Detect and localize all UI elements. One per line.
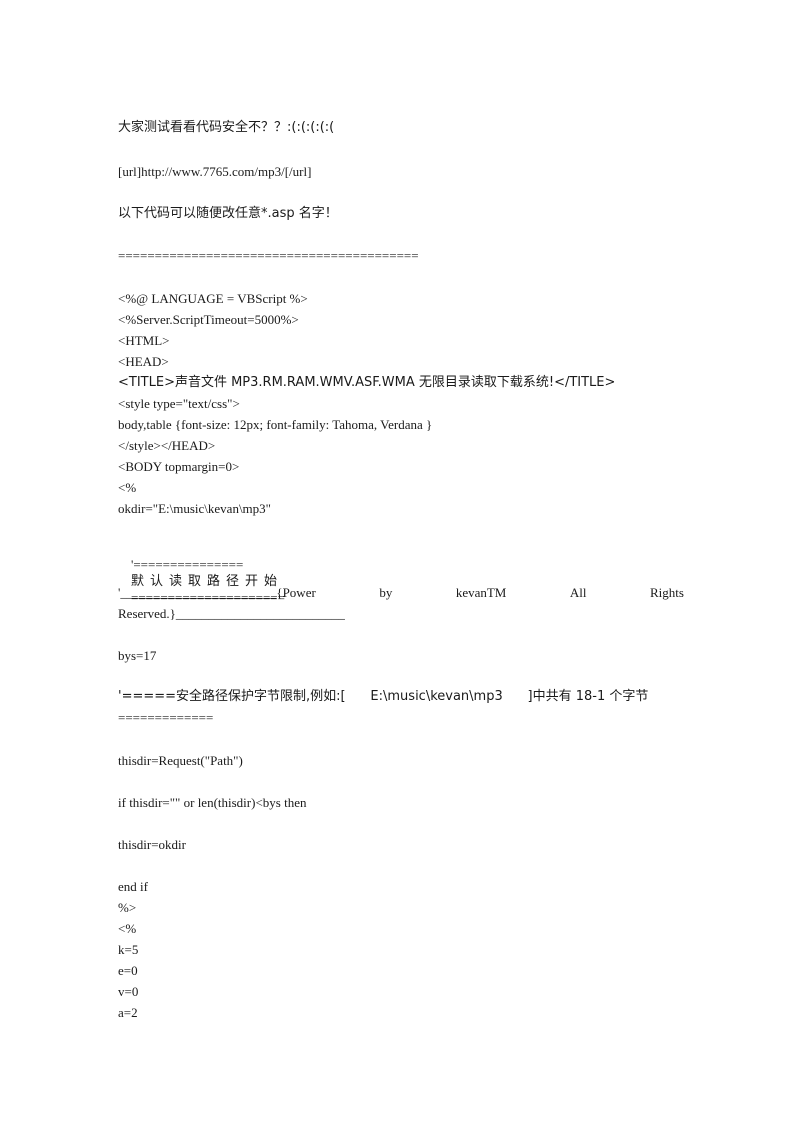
code-line-html: <HTML>	[118, 333, 170, 348]
credit-comment-line1: '________________________{Power by kevan…	[118, 585, 684, 601]
credit-part: All	[569, 585, 587, 600]
credit-part: Rights	[649, 585, 684, 600]
default-path-prefix: '===============	[131, 557, 244, 572]
code-k-assign: k=5	[118, 942, 139, 957]
credit-part: '________________________{Power	[118, 585, 316, 600]
credit-comment-line2: Reserved.}__________________________	[118, 606, 345, 621]
intro-url: [url]http://www.7765.com/mp3/[/url]	[118, 164, 312, 179]
code-line-okdir: okdir="E:\music\kevan\mp3"	[118, 501, 271, 516]
code-v-assign: v=0	[118, 984, 139, 999]
code-line-body: <BODY topmargin=0>	[118, 459, 240, 474]
code-line-head: <HEAD>	[118, 354, 169, 369]
credit-part: by	[379, 585, 393, 600]
credit-part: kevanTM	[455, 585, 507, 600]
intro-separator: ========================================…	[118, 248, 419, 263]
code-asp-open-2: <%	[118, 921, 137, 936]
code-request-path: thisdir=Request("Path")	[118, 753, 243, 768]
code-asp-close: %>	[118, 900, 137, 915]
security-comment-line1: '=====安全路径保护字节限制,例如:[ E:\music\kevan\mp3…	[118, 689, 649, 704]
bys-assign: bys=17	[118, 648, 157, 663]
code-line-language: <%@ LANGUAGE = VBScript %>	[118, 291, 308, 306]
code-line-style-open: <style type="text/css">	[118, 396, 240, 411]
intro-note: 以下代码可以随便改任意*.asp 名字！	[118, 206, 338, 221]
security-comment-line2: =============	[118, 710, 214, 725]
code-end-if: end if	[118, 879, 148, 894]
code-assign-okdir: thisdir=okdir	[118, 837, 186, 852]
code-line-title: <TITLE>声音文件 MP3.RM.RAM.WMV.ASF.WMA 无限目录读…	[118, 375, 616, 390]
code-e-assign: e=0	[118, 963, 138, 978]
code-line-style-rule: body,table {font-size: 12px; font-family…	[118, 417, 433, 432]
intro-question: 大家测试看看代码安全不？？:(:(:(:(:(	[118, 120, 335, 135]
code-a-assign: a=2	[118, 1005, 138, 1020]
code-line-asp-open: <%	[118, 480, 137, 495]
code-if-condition: if thisdir="" or len(thisdir)<bys then	[118, 795, 307, 810]
code-line-style-close: </style></HEAD>	[118, 438, 216, 453]
code-line-timeout: <%Server.ScriptTimeout=5000%>	[118, 312, 299, 327]
